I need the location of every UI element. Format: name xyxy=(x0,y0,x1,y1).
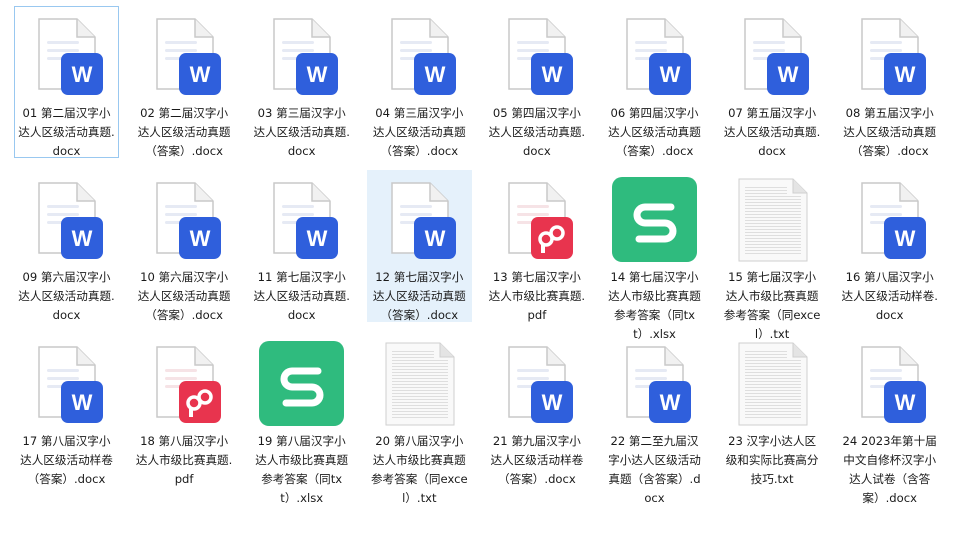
file-name-label: 24 2023年第十届中文自修杯汉字小达人试卷（含答案）.docx xyxy=(842,434,937,505)
svg-text:W: W xyxy=(189,226,210,251)
word-doc-icon: W xyxy=(838,7,941,103)
pdf-icon xyxy=(485,171,588,267)
word-doc-icon: W xyxy=(603,7,706,103)
file-name-label: 18 第八届汉字小达人市级比赛真题.pdf xyxy=(135,434,233,486)
file-item[interactable]: W 08 第五届汉字小达人区级活动真题（答案）.docx xyxy=(837,6,942,158)
svg-text:W: W xyxy=(895,62,916,87)
file-item[interactable]: W 24 2023年第十届中文自修杯汉字小达人试卷（含答案）.docx xyxy=(837,334,942,505)
file-item[interactable]: 20 第八届汉字小达人市级比赛真题参考答案（同excel）.txt xyxy=(367,334,472,505)
file-item[interactable]: W 03 第三届汉字小达人区级活动真题.docx xyxy=(249,6,354,158)
word-doc-icon: W xyxy=(15,335,118,431)
file-name-label: 20 第八届汉字小达人市级比赛真题参考答案（同excel）.txt xyxy=(370,434,468,505)
word-doc-icon: W xyxy=(838,335,941,431)
file-item[interactable]: W 12 第七届汉字小达人区级活动真题（答案）.docx xyxy=(366,170,472,322)
file-item[interactable]: W 16 第八届汉字小达人区级活动样卷.docx xyxy=(837,170,942,322)
file-name-label: 07 第五届汉字小达人区级活动真题.docx xyxy=(723,106,821,158)
svg-text:W: W xyxy=(424,62,445,87)
file-name-label: 08 第五届汉字小达人区级活动真题（答案）.docx xyxy=(843,106,937,158)
file-name-label: 23 汉字小达人区级和实际比赛高分技巧.txt xyxy=(725,434,819,486)
text-file-icon xyxy=(368,335,471,431)
svg-text:W: W xyxy=(660,62,681,87)
word-doc-icon: W xyxy=(838,171,941,267)
file-item[interactable]: W 05 第四届汉字小达人区级活动真题.docx xyxy=(484,6,589,158)
text-file-icon xyxy=(721,171,824,267)
file-grid: W 01 第二届汉字小达人区级活动真题.docx W 02 第二届汉字小达人区级活动真… xyxy=(0,0,958,540)
file-name-label: 01 第二届汉字小达人区级活动真题.docx xyxy=(18,106,115,158)
file-name-label: 21 第九届汉字小达人区级活动样卷（答案）.docx xyxy=(490,434,584,486)
file-name-label: 12 第七届汉字小达人区级活动真题（答案）.docx xyxy=(372,270,466,322)
word-doc-icon: W xyxy=(721,7,824,103)
file-name-label: 13 第七届汉字小达人市级比赛真题.pdf xyxy=(488,270,586,322)
file-name-label: 04 第三届汉字小达人区级活动真题（答案）.docx xyxy=(372,106,466,158)
file-item[interactable]: 18 第八届汉字小达人市级比赛真题.pdf xyxy=(132,334,237,486)
file-item[interactable]: W 04 第三届汉字小达人区级活动真题（答案）.docx xyxy=(367,6,472,158)
svg-text:W: W xyxy=(895,390,916,415)
word-doc-icon: W xyxy=(485,335,588,431)
svg-text:W: W xyxy=(72,62,93,87)
file-name-label: 09 第六届汉字小达人区级活动真题.docx xyxy=(18,270,115,322)
word-doc-icon: W xyxy=(133,171,236,267)
text-file-icon xyxy=(721,335,824,431)
file-name-label: 11 第七届汉字小达人区级活动真题.docx xyxy=(253,270,350,322)
spreadsheet-icon xyxy=(250,335,353,431)
file-item[interactable]: W 06 第四届汉字小达人区级活动真题（答案）.docx xyxy=(602,6,707,158)
svg-text:W: W xyxy=(542,390,563,415)
file-name-label: 16 第八届汉字小达人区级活动样卷.docx xyxy=(841,270,938,322)
file-item[interactable]: 15 第七届汉字小达人市级比赛真题参考答案（同excel）.txt xyxy=(720,170,825,341)
word-doc-icon: W xyxy=(368,171,471,267)
word-doc-icon: W xyxy=(15,171,118,267)
file-name-label: 05 第四届汉字小达人区级活动真题.docx xyxy=(488,106,586,158)
file-name-label: 15 第七届汉字小达人市级比赛真题参考答案（同excel）.txt xyxy=(723,270,821,341)
word-doc-icon: W xyxy=(485,7,588,103)
file-item[interactable]: 23 汉字小达人区级和实际比赛高分技巧.txt xyxy=(720,334,825,486)
svg-text:W: W xyxy=(72,226,93,251)
file-name-label: 14 第七届汉字小达人市级比赛真题参考答案（同txt）.xlsx xyxy=(608,270,701,341)
svg-text:W: W xyxy=(424,226,445,251)
svg-text:W: W xyxy=(189,62,210,87)
word-doc-icon: W xyxy=(15,7,118,103)
file-name-label: 22 第二至九届汉字小达人区级活动真题（含答案）.docx xyxy=(608,434,701,505)
svg-text:W: W xyxy=(307,226,328,251)
svg-text:W: W xyxy=(307,62,328,87)
word-doc-icon: W xyxy=(133,7,236,103)
file-name-label: 06 第四届汉字小达人区级活动真题（答案）.docx xyxy=(608,106,701,158)
file-item[interactable]: 19 第八届汉字小达人市级比赛真题参考答案（同txt）.xlsx xyxy=(249,334,354,505)
file-name-label: 19 第八届汉字小达人市级比赛真题参考答案（同txt）.xlsx xyxy=(255,434,349,505)
svg-text:W: W xyxy=(777,62,798,87)
svg-text:W: W xyxy=(895,226,916,251)
file-item[interactable]: W 07 第五届汉字小达人区级活动真题.docx xyxy=(720,6,825,158)
file-item[interactable]: W 10 第六届汉字小达人区级活动真题（答案）.docx xyxy=(132,170,237,322)
file-item[interactable]: 14 第七届汉字小达人市级比赛真题参考答案（同txt）.xlsx xyxy=(602,170,707,341)
file-name-label: 17 第八届汉字小达人区级活动样卷（答案）.docx xyxy=(20,434,113,486)
svg-text:W: W xyxy=(542,62,563,87)
file-item[interactable]: W 21 第九届汉字小达人区级活动样卷（答案）.docx xyxy=(484,334,589,486)
word-doc-icon: W xyxy=(368,7,471,103)
word-doc-icon: W xyxy=(250,7,353,103)
pdf-icon xyxy=(133,335,236,431)
file-item[interactable]: W 01 第二届汉字小达人区级活动真题.docx xyxy=(14,6,119,158)
file-item[interactable]: 13 第七届汉字小达人市级比赛真题.pdf xyxy=(484,170,589,322)
file-item[interactable]: W 09 第六届汉字小达人区级活动真题.docx xyxy=(14,170,119,322)
file-item[interactable]: W 11 第七届汉字小达人区级活动真题.docx xyxy=(249,170,354,322)
file-item[interactable]: W 02 第二届汉字小达人区级活动真题（答案）.docx xyxy=(132,6,237,158)
file-item[interactable]: W 22 第二至九届汉字小达人区级活动真题（含答案）.docx xyxy=(602,334,707,505)
spreadsheet-icon xyxy=(603,171,706,267)
file-name-label: 10 第六届汉字小达人区级活动真题（答案）.docx xyxy=(137,270,231,322)
file-name-label: 03 第三届汉字小达人区级活动真题.docx xyxy=(253,106,350,158)
file-item[interactable]: W 17 第八届汉字小达人区级活动样卷（答案）.docx xyxy=(14,334,119,486)
svg-text:W: W xyxy=(660,390,681,415)
svg-text:W: W xyxy=(72,390,93,415)
file-name-label: 02 第二届汉字小达人区级活动真题（答案）.docx xyxy=(137,106,231,158)
word-doc-icon: W xyxy=(250,171,353,267)
word-doc-icon: W xyxy=(603,335,706,431)
